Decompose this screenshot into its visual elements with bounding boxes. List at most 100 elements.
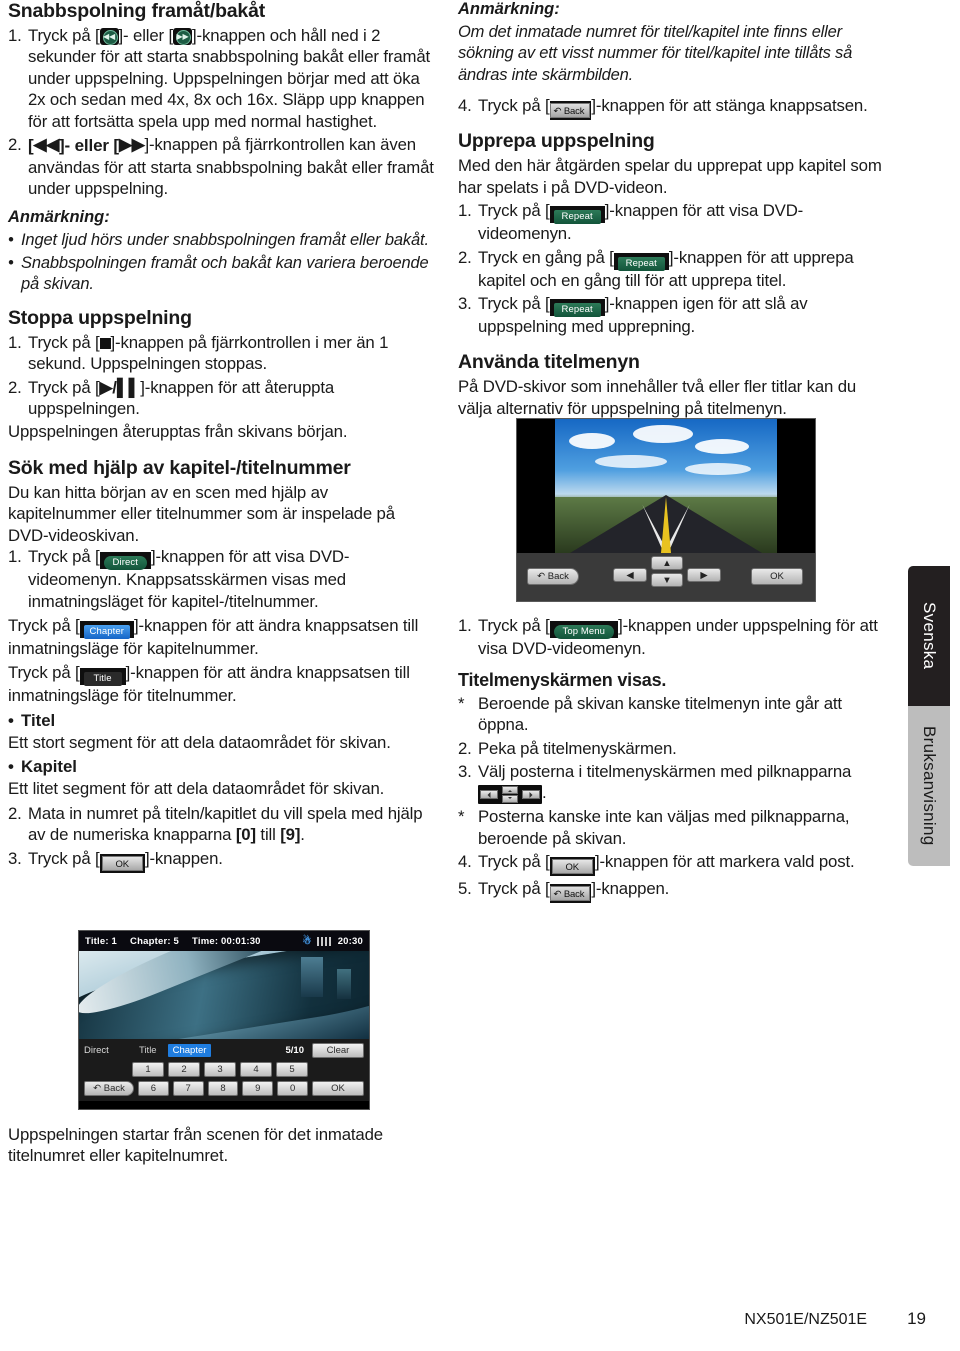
list-text: Mata in numret på titeln/kapitlet du vil… — [28, 803, 434, 846]
left-column: Snabbspolning framåt/bakåt 1. Tryck på [… — [8, 0, 434, 874]
list-number: 1. — [8, 547, 22, 567]
text-fragment: ]-knappen. — [144, 849, 223, 869]
text-fragment: . — [300, 824, 305, 844]
screenshot-status-bar: Title: 1 Chapter: 5 Time: 00:01:30 ☃ 20:… — [79, 931, 369, 951]
list-item: 2. [◀◀]- eller [▶▶]-knappen på fjärrkont… — [8, 134, 434, 199]
list-number: 1. — [458, 616, 472, 636]
keypad-key[interactable]: 5 — [276, 1062, 308, 1077]
keypad-row-1: 1 2 3 4 5 — [84, 1062, 364, 1077]
list-number: 2. — [8, 803, 22, 823]
road-centerline — [661, 497, 671, 553]
text-fragment: Tryck på [ — [28, 849, 100, 869]
left-closing-text: Uppspelningen startar från scenen för de… — [8, 1125, 383, 1166]
repeat-button-label: Repeat — [553, 302, 601, 317]
bluetooth-icon: ☃ — [302, 935, 312, 947]
keypad-key[interactable]: 9 — [242, 1081, 274, 1096]
asterisk-icon: * — [458, 693, 465, 713]
screenshot-keypad-panel: Direct Title Chapter 5/10 Clear 1 2 3 4 … — [79, 1039, 369, 1101]
title-button-label: Title — [83, 672, 122, 687]
list-text: Peka på titelmenyskärmen. — [478, 738, 677, 758]
section-heading-search: Sök med hjälp av kapitel-/titelnummer — [8, 456, 351, 479]
list-item: 2. Peka på titelmenyskärmen. — [458, 738, 888, 759]
keypad-key[interactable]: 3 — [204, 1062, 236, 1077]
repeat-button-icon: Repeat — [613, 252, 669, 271]
keypad-key[interactable]: 7 — [172, 1081, 204, 1096]
keypad-ok-button[interactable]: OK — [311, 1081, 364, 1096]
titlemenu-right-button[interactable]: ▶ — [687, 568, 721, 582]
keypad-back-button[interactable]: ↶ Back — [84, 1081, 134, 1096]
titlemenu-left-button[interactable]: ◀ — [613, 568, 647, 582]
status-right-group: ☃ 20:30 — [303, 936, 363, 947]
text-fragment: Tryck på [ — [478, 879, 550, 899]
key-nine-label: [9] — [280, 824, 301, 844]
text-fragment: . — [542, 783, 547, 803]
list-number: 1. — [8, 332, 22, 352]
keypad-tab-title[interactable]: Title — [132, 1045, 164, 1056]
cloud-shape — [685, 463, 751, 475]
screenshot-video-area — [79, 951, 369, 1039]
footer-inner: NX501E/NZ501E 19 — [744, 1309, 926, 1329]
text-fragment: Tryck på [ — [478, 201, 550, 221]
text-fragment: Tryck på [ — [478, 852, 550, 872]
signal-icon — [316, 936, 333, 946]
text-fragment: Tryck på [ — [28, 332, 100, 352]
cloud-shape — [595, 455, 667, 468]
titlemenu-down-button[interactable]: ▼ — [651, 573, 683, 587]
list-item: 5. Tryck på [↶ Back]-knappen. — [458, 878, 888, 904]
titlemenu-ok-button[interactable]: OK — [751, 568, 803, 585]
manual-page: Snabbspolning framåt/bakåt 1. Tryck på [… — [0, 0, 960, 1351]
text-fragment: ]- eller [ — [59, 136, 119, 156]
play-pause-icon: ▶/▌▌ — [99, 377, 141, 397]
titlemenu-up-button[interactable]: ▲ — [651, 556, 683, 570]
section-heading-repeat: Upprepa uppspelning — [458, 130, 655, 153]
direct-button-label: Direct — [103, 556, 147, 571]
keypad-key[interactable]: 4 — [240, 1062, 272, 1077]
keypad-key[interactable]: 0 — [277, 1081, 308, 1096]
ok-button-label: OK — [101, 856, 143, 872]
list-item: 1. Tryck på [Top Menu]-knappen under upp… — [458, 615, 888, 659]
section-search-intro: Du kan hitta början av en scen med hjälp… — [8, 482, 395, 545]
arrow-up-icon — [502, 786, 518, 795]
list-number: 3. — [8, 849, 22, 869]
list-item: 1. Tryck på []-knappen på fjärrkontrolle… — [8, 332, 434, 375]
list-text: Beroende på skivan kanske titelmenyn int… — [478, 693, 842, 735]
bullet-heading-kapitel: • Kapitel — [8, 757, 434, 777]
list-number: 5. — [458, 879, 472, 899]
list-text: Tryck på [Repeat]-knappen för att visa D… — [478, 200, 888, 244]
rewind-glyph-icon: ◀◀ — [33, 135, 60, 155]
keypad-counter: 5/10 — [285, 1045, 305, 1056]
note-text: Snabbspolningen framåt och bakåt kan var… — [21, 253, 429, 293]
side-tab-language[interactable]: Svenska — [908, 566, 950, 706]
titlemenu-back-button[interactable]: ↶ Back — [527, 568, 579, 585]
keypad-tab-chapter[interactable]: Chapter — [167, 1044, 212, 1057]
side-tab-manual[interactable]: Bruksanvisning — [908, 706, 950, 866]
text-fragment: Tryck på [ — [8, 663, 80, 683]
text-fragment: Mata in numret på titeln/kapitlet du vil… — [28, 803, 423, 844]
list-number: 1. — [8, 26, 22, 45]
list-text: Tryck på [↶ Back]-knappen för att stänga… — [478, 95, 888, 121]
list-item: 1. Tryck på [Direct]-knappen för att vis… — [8, 546, 434, 612]
keypad-key[interactable]: 6 — [138, 1081, 169, 1096]
keypad-mode-label: Direct — [84, 1045, 109, 1056]
bullet-dot-icon: • — [8, 710, 14, 730]
list-text: Tryck på [◀◀]- eller [▶▶]-knappen och hå… — [28, 25, 434, 132]
bullet-text-kapitel: Ett litet segment för att dela dataområd… — [8, 779, 385, 799]
list-item: 3. Tryck på [Repeat]-knappen igen för at… — [458, 293, 888, 337]
list-item: 4. Tryck på [↶ Back]-knappen för att stä… — [458, 95, 888, 121]
list-number: 4. — [458, 852, 472, 872]
keypad-clear-button[interactable]: Clear — [312, 1043, 364, 1058]
list-number: 3. — [458, 762, 472, 782]
list-item: 3. Välj posterna i titelmenyskärmen med … — [458, 761, 888, 805]
section-stop-trailing: Uppspelningen återupptas från skivans bö… — [8, 422, 348, 442]
keypad-key[interactable]: 1 — [132, 1062, 164, 1077]
back-button-icon: ↶ Back — [549, 101, 592, 121]
titlemenu-video — [555, 419, 777, 553]
keypad-key[interactable]: 8 — [207, 1081, 239, 1096]
keypad-key[interactable]: 2 — [168, 1062, 200, 1077]
repeat-button-icon: Repeat — [549, 298, 605, 317]
list-text: Tryck på [Direct]-knappen för att visa D… — [28, 546, 434, 612]
note-text: Inget ljud hörs under snabbspolningen fr… — [21, 230, 429, 249]
back-button-label: ↶ Back — [549, 103, 591, 119]
list-text: Tryck på [OK]-knappen. — [28, 848, 434, 874]
repeat-button-label: Repeat — [617, 256, 665, 271]
